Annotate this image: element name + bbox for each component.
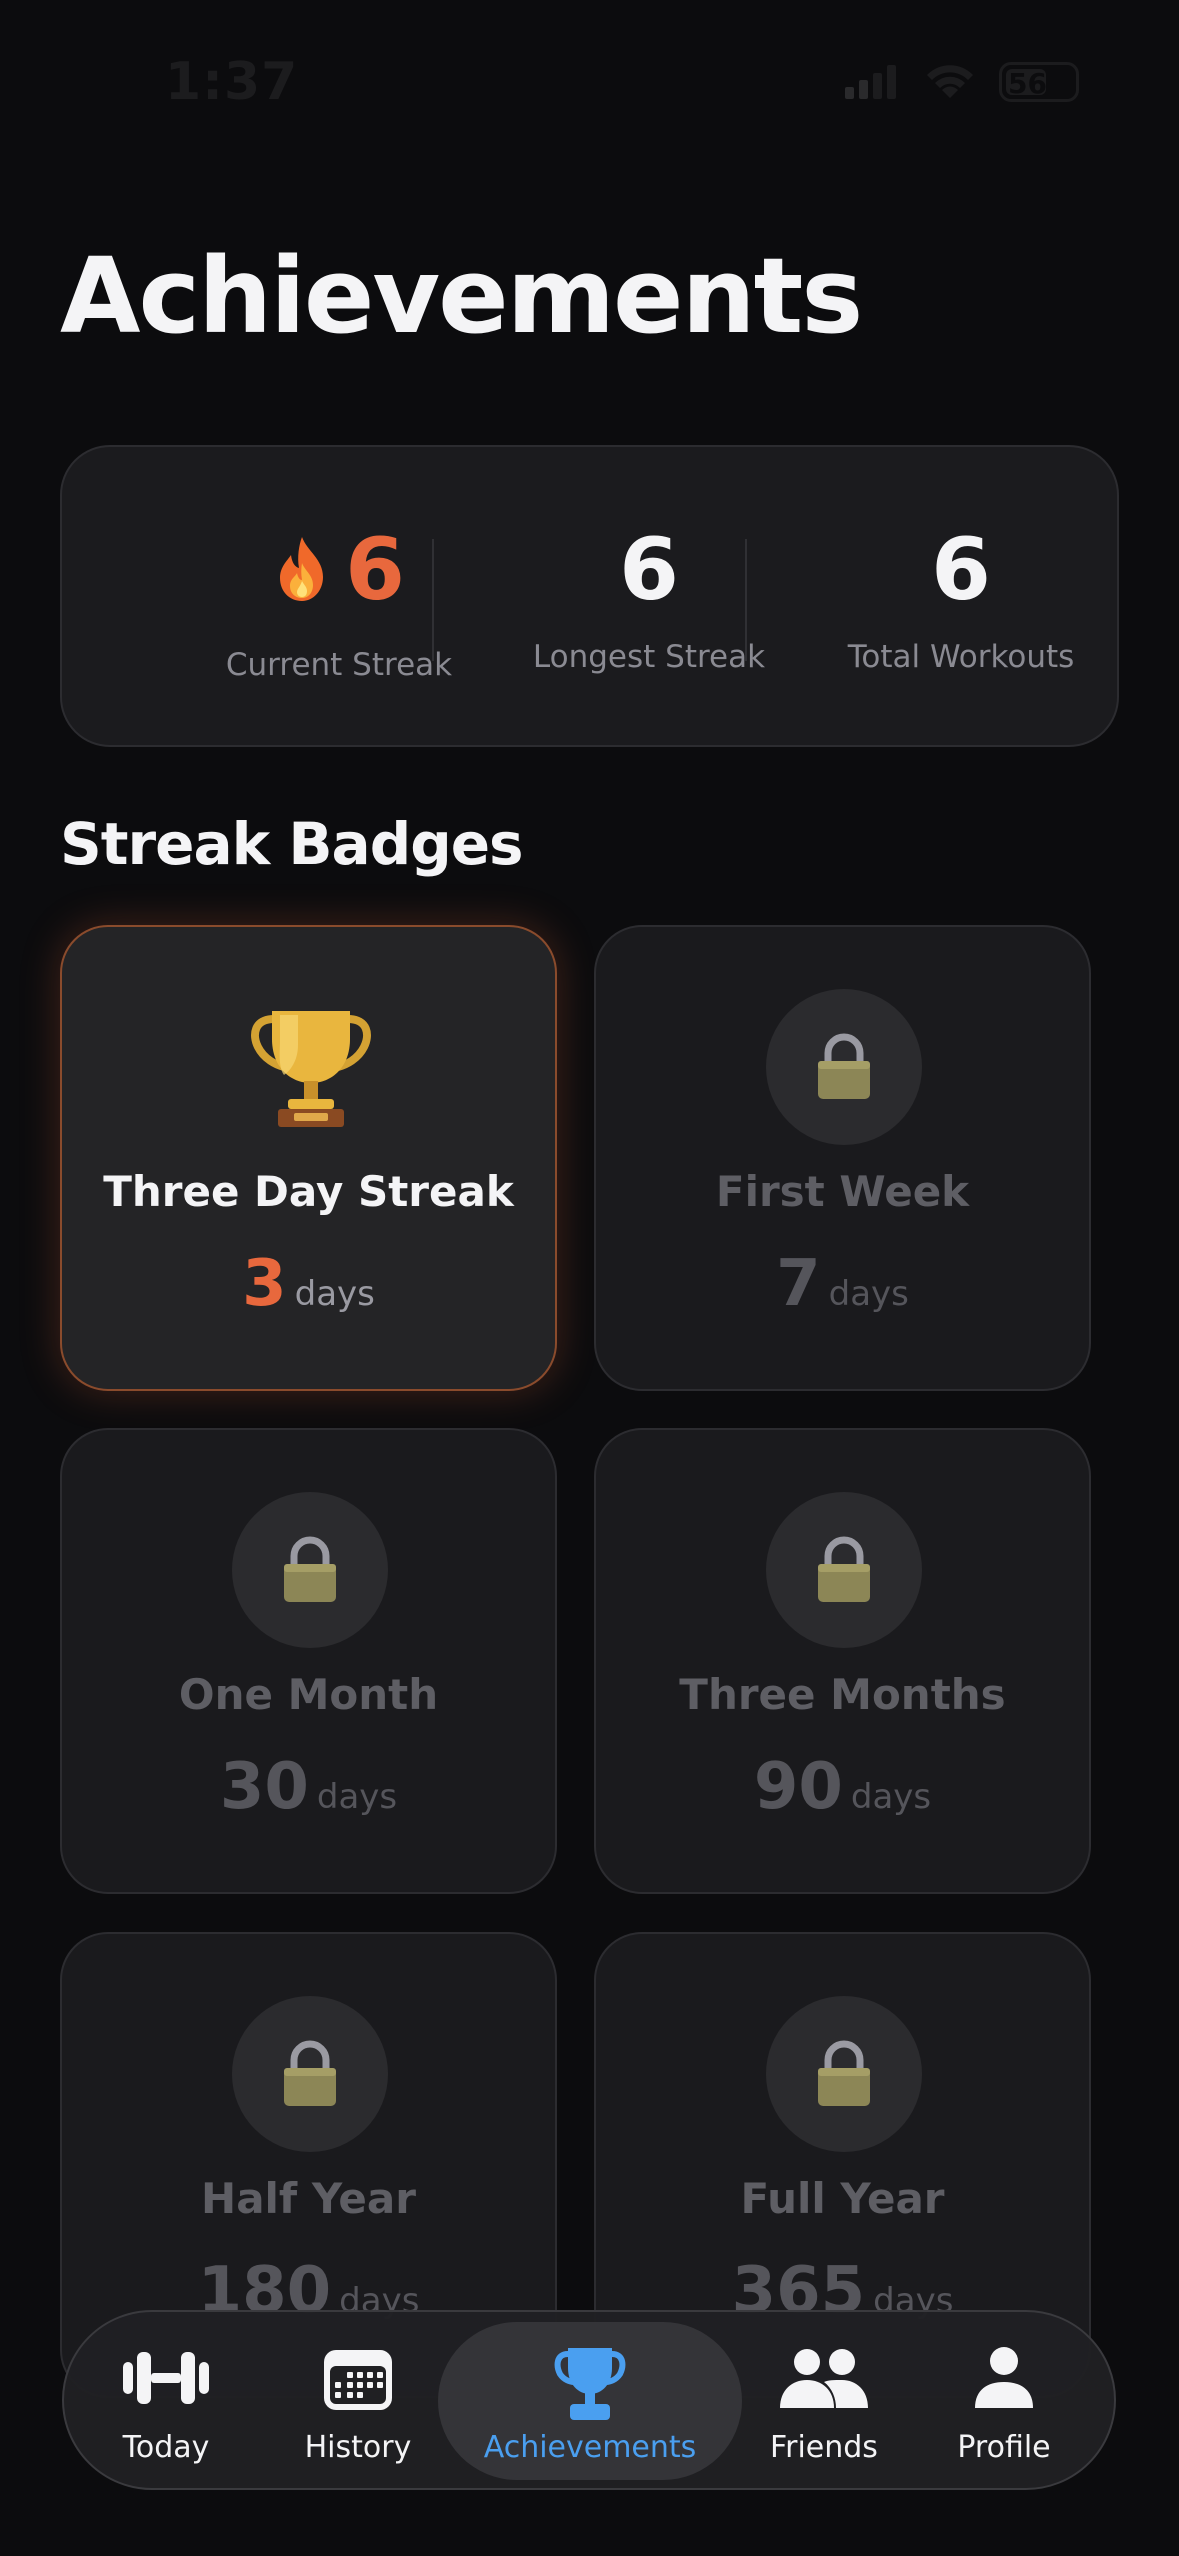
badge-days-unit: days [850, 1777, 932, 1817]
lock-icon [284, 1536, 336, 1602]
dumbbell-icon [123, 2352, 209, 2404]
stats-card: 6 Current Streak 6 Longest Streak 6 Tota… [60, 445, 1119, 747]
badge-days-number: 7 [776, 1247, 821, 1321]
lock-icon [818, 2040, 870, 2106]
stat-value: 6 [345, 520, 405, 620]
badge-days: 90 days [596, 1750, 1089, 1824]
trophy-icon [554, 2348, 626, 2420]
lock-icon [818, 1033, 870, 1099]
wifi-icon [927, 65, 973, 98]
page-title: Achievements [60, 235, 863, 357]
badge-days-number: 3 [242, 1247, 287, 1321]
badge-days-number: 30 [219, 1750, 309, 1824]
badge-days: 7 days [596, 1247, 1089, 1321]
stat-label: Total Workouts [847, 639, 1075, 675]
badge-days-number: 90 [753, 1750, 843, 1824]
battery-icon: 56 [999, 62, 1079, 102]
tab-profile[interactable]: Profile [924, 2312, 1084, 2492]
stat-value: 6 [931, 520, 991, 620]
badge-name: First Week [715, 1167, 970, 1216]
battery-level: 56 [1008, 67, 1047, 100]
calendar-icon [324, 2350, 392, 2410]
tab-label: Profile [957, 2430, 1051, 2465]
tab-label: Friends [770, 2430, 878, 2465]
badge-three-day-streak[interactable]: Three Day Streak 3 days [60, 925, 557, 1391]
tab-today[interactable]: Today [86, 2312, 246, 2492]
stat-current-streak: 6 Current Streak [184, 447, 494, 749]
section-title: Streak Badges [60, 810, 524, 878]
status-bar: 1:37 56 [0, 0, 1179, 170]
lock-circle [766, 1996, 922, 2152]
status-icons: 56 [845, 62, 1079, 102]
stat-label: Longest Streak [532, 639, 766, 675]
stat-longest-streak: 6 Longest Streak [494, 447, 804, 749]
tab-label: History [304, 2430, 412, 2465]
badge-name: Three Months [679, 1670, 1006, 1719]
divider [745, 539, 747, 661]
badge-days-unit: days [828, 1274, 909, 1314]
badge-days: 3 days [62, 1247, 555, 1321]
tab-bar: Today History Achievements Friends Profi… [62, 2310, 1116, 2490]
people-icon [780, 2349, 868, 2408]
flame-icon [280, 536, 324, 601]
lock-circle [766, 989, 922, 1145]
tab-achievements[interactable]: Achievements [438, 2312, 742, 2492]
tab-label: Achievements [483, 2430, 697, 2465]
stat-label: Current Streak [225, 647, 453, 683]
tab-history[interactable]: History [278, 2312, 438, 2492]
badge-days: 30 days [62, 1750, 555, 1824]
tab-friends[interactable]: Friends [744, 2312, 904, 2492]
lock-icon [284, 2040, 336, 2106]
badge-name: Three Day Streak [103, 1167, 514, 1216]
lock-icon [818, 1536, 870, 1602]
status-time: 1:37 [165, 52, 299, 112]
badge-days-unit: days [294, 1274, 375, 1314]
cellular-signal-icon [845, 65, 896, 99]
lock-circle [766, 1492, 922, 1648]
badge-name: One Month [178, 1670, 439, 1719]
stat-value: 6 [619, 520, 679, 620]
badge-name: Full Year [740, 2174, 945, 2223]
lock-circle [232, 1996, 388, 2152]
badge-first-week[interactable]: First Week 7 days [594, 925, 1091, 1391]
divider [432, 539, 434, 661]
stat-total-workouts: 6 Total Workouts [806, 447, 1116, 749]
badge-three-months[interactable]: Three Months 90 days [594, 1428, 1091, 1894]
badge-one-month[interactable]: One Month 30 days [60, 1428, 557, 1894]
tab-label: Today [122, 2430, 210, 2465]
trophy-icon [251, 1011, 371, 1127]
badge-days-unit: days [316, 1777, 398, 1817]
lock-circle [232, 1492, 388, 1648]
person-icon [975, 2347, 1033, 2408]
badge-name: Half Year [201, 2174, 416, 2223]
